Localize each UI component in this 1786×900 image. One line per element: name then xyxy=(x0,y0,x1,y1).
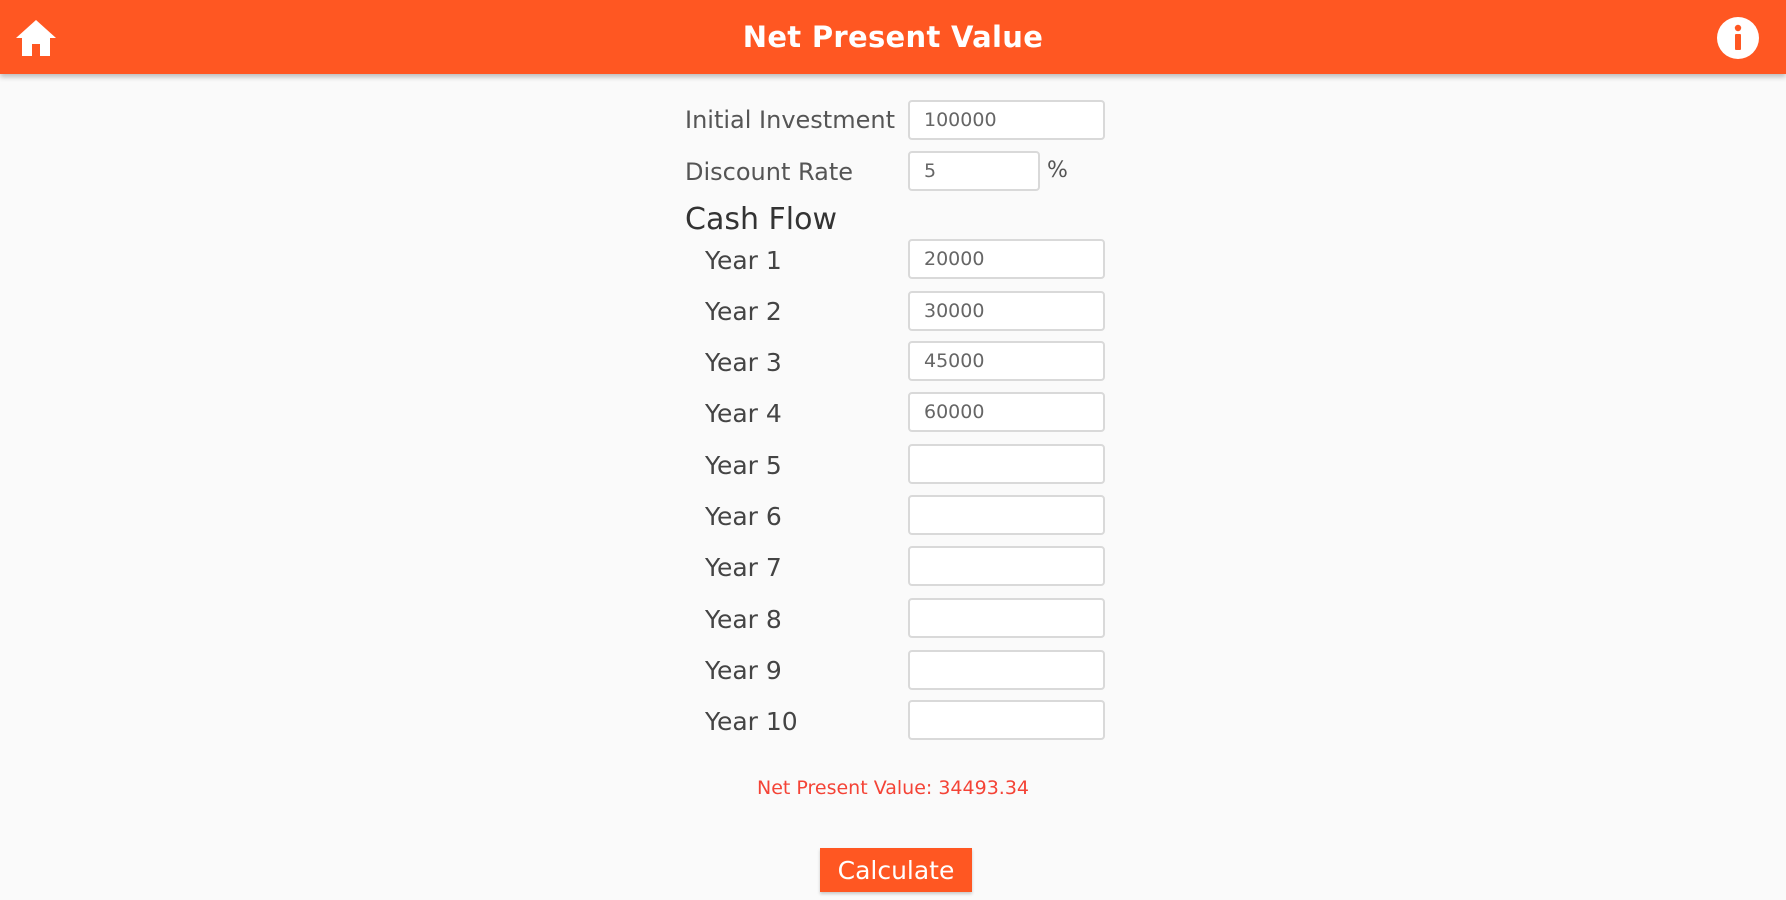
year-9-input[interactable] xyxy=(908,650,1105,690)
discount-rate-label: Discount Rate xyxy=(685,158,854,186)
year-8-label: Year 8 xyxy=(705,605,782,634)
year-1-label: Year 1 xyxy=(705,246,782,275)
app-bar: Net Present Value xyxy=(0,0,1786,74)
percent-unit: % xyxy=(1047,158,1068,183)
year-8-input[interactable] xyxy=(908,598,1105,638)
info-icon[interactable] xyxy=(1716,16,1760,60)
year-2-input[interactable] xyxy=(908,291,1105,331)
initial-investment-input[interactable] xyxy=(908,100,1105,140)
year-5-input[interactable] xyxy=(908,444,1105,484)
year-4-label: Year 4 xyxy=(705,399,782,428)
npv-form: Initial Investment Discount Rate % Cash … xyxy=(0,0,1786,900)
year-5-label: Year 5 xyxy=(705,451,782,480)
npv-result: Net Present Value: 34493.34 xyxy=(757,777,1029,799)
year-9-label: Year 9 xyxy=(705,656,782,685)
cash-flow-title: Cash Flow xyxy=(685,202,837,237)
year-6-label: Year 6 xyxy=(705,502,782,531)
year-4-input[interactable] xyxy=(908,392,1105,432)
year-7-input[interactable] xyxy=(908,546,1105,586)
year-2-label: Year 2 xyxy=(705,297,782,326)
year-10-input[interactable] xyxy=(908,700,1105,740)
discount-rate-input[interactable] xyxy=(908,151,1040,191)
year-6-input[interactable] xyxy=(908,495,1105,535)
year-7-label: Year 7 xyxy=(705,553,782,582)
page-title: Net Present Value xyxy=(742,20,1044,54)
initial-investment-label: Initial Investment xyxy=(685,106,895,134)
calculate-button[interactable]: Calculate xyxy=(820,848,972,892)
year-3-label: Year 3 xyxy=(705,348,782,377)
year-1-input[interactable] xyxy=(908,239,1105,279)
year-10-label: Year 10 xyxy=(705,707,798,736)
year-3-input[interactable] xyxy=(908,341,1105,381)
